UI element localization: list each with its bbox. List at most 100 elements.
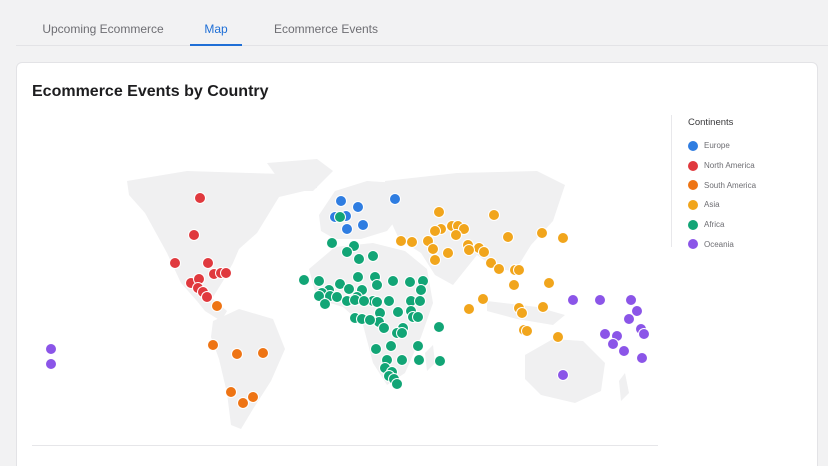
country-marker-asia[interactable] [395, 235, 407, 247]
country-marker-south-america[interactable] [257, 347, 269, 359]
country-marker-asia[interactable] [502, 231, 514, 243]
country-marker-oceania[interactable] [45, 343, 57, 355]
country-marker-africa[interactable] [383, 295, 395, 307]
country-marker-africa[interactable] [378, 322, 390, 334]
country-marker-africa[interactable] [404, 276, 416, 288]
legend-dot-oceania [688, 239, 698, 250]
country-marker-north-america[interactable] [169, 257, 181, 269]
country-marker-south-america[interactable] [247, 391, 259, 403]
country-marker-south-america[interactable] [211, 300, 223, 312]
country-marker-africa[interactable] [298, 274, 310, 286]
country-marker-europe[interactable] [335, 195, 347, 207]
country-marker-asia[interactable] [477, 293, 489, 305]
country-marker-africa[interactable] [352, 271, 364, 283]
country-marker-asia[interactable] [429, 254, 441, 266]
country-marker-asia[interactable] [513, 264, 525, 276]
country-marker-asia[interactable] [557, 232, 569, 244]
country-marker-oceania[interactable] [557, 369, 569, 381]
country-marker-north-america[interactable] [220, 267, 232, 279]
country-marker-oceania[interactable] [567, 294, 579, 306]
country-marker-europe[interactable] [352, 201, 364, 213]
legend-item-north-america[interactable]: North America [688, 156, 811, 176]
country-marker-africa[interactable] [364, 314, 376, 326]
country-marker-south-america[interactable] [237, 397, 249, 409]
country-marker-europe[interactable] [341, 223, 353, 235]
country-marker-asia[interactable] [536, 227, 548, 239]
country-marker-africa[interactable] [367, 250, 379, 262]
country-marker-africa[interactable] [334, 211, 346, 223]
legend-item-africa[interactable]: Africa [688, 215, 811, 235]
country-marker-asia[interactable] [463, 244, 475, 256]
country-marker-asia[interactable] [463, 303, 475, 315]
country-markers[interactable] [45, 192, 650, 409]
country-marker-africa[interactable] [396, 327, 408, 339]
country-marker-africa[interactable] [319, 298, 331, 310]
country-marker-asia[interactable] [543, 277, 555, 289]
country-marker-europe[interactable] [389, 193, 401, 205]
legend-item-oceania[interactable]: Oceania [688, 234, 811, 254]
country-marker-oceania[interactable] [599, 328, 611, 340]
country-marker-africa[interactable] [371, 279, 383, 291]
country-marker-africa[interactable] [371, 296, 383, 308]
legend-dot-asia [688, 199, 698, 210]
country-marker-africa[interactable] [341, 246, 353, 258]
country-marker-africa[interactable] [414, 295, 426, 307]
country-marker-africa[interactable] [412, 340, 424, 352]
country-marker-north-america[interactable] [188, 229, 200, 241]
country-marker-asia[interactable] [537, 301, 549, 313]
country-marker-oceania[interactable] [607, 338, 619, 350]
tab-upcoming-ecommerce-events[interactable]: Upcoming Ecommerce Events [31, 0, 175, 94]
country-marker-asia[interactable] [429, 225, 441, 237]
country-marker-asia[interactable] [427, 243, 439, 255]
country-marker-south-america[interactable] [231, 348, 243, 360]
country-marker-oceania[interactable] [618, 345, 630, 357]
country-marker-asia[interactable] [552, 331, 564, 343]
country-marker-south-america[interactable] [207, 339, 219, 351]
legend-dot-europe [688, 140, 698, 151]
country-marker-oceania[interactable] [625, 294, 637, 306]
country-marker-asia[interactable] [493, 263, 505, 275]
country-marker-africa[interactable] [370, 343, 382, 355]
country-marker-africa[interactable] [331, 291, 343, 303]
country-marker-oceania[interactable] [638, 328, 650, 340]
country-marker-africa[interactable] [358, 295, 370, 307]
country-marker-oceania[interactable] [636, 352, 648, 364]
country-marker-africa[interactable] [396, 354, 408, 366]
country-marker-asia[interactable] [433, 206, 445, 218]
country-marker-asia[interactable] [521, 325, 533, 337]
country-marker-asia[interactable] [508, 279, 520, 291]
country-marker-north-america[interactable] [194, 192, 206, 204]
tab-ecommerce-events-calendar[interactable]: Ecommerce Events Calendar [257, 0, 395, 94]
legend-item-south-america[interactable]: South America [688, 175, 811, 195]
map-card: Ecommerce Events by Country Continents E… [16, 62, 818, 466]
country-marker-africa[interactable] [353, 253, 365, 265]
country-marker-africa[interactable] [433, 321, 445, 333]
country-marker-africa[interactable] [385, 340, 397, 352]
country-marker-oceania[interactable] [594, 294, 606, 306]
country-marker-africa[interactable] [413, 354, 425, 366]
country-marker-south-america[interactable] [225, 386, 237, 398]
country-marker-asia[interactable] [406, 236, 418, 248]
country-marker-asia[interactable] [488, 209, 500, 221]
legend-item-asia[interactable]: Asia [688, 195, 811, 215]
country-marker-north-america[interactable] [201, 291, 213, 303]
country-marker-africa[interactable] [313, 275, 325, 287]
country-marker-oceania[interactable] [623, 313, 635, 325]
country-marker-africa[interactable] [434, 355, 446, 367]
country-marker-oceania[interactable] [45, 358, 57, 370]
country-marker-africa[interactable] [392, 306, 404, 318]
country-marker-asia[interactable] [516, 307, 528, 319]
country-marker-north-america[interactable] [202, 257, 214, 269]
country-marker-asia[interactable] [450, 229, 462, 241]
country-marker-europe[interactable] [357, 219, 369, 231]
country-marker-asia[interactable] [478, 246, 490, 258]
country-marker-africa[interactable] [415, 284, 427, 296]
legend-item-europe[interactable]: Europe [688, 136, 811, 156]
country-marker-africa[interactable] [387, 275, 399, 287]
country-marker-africa[interactable] [391, 378, 403, 390]
country-marker-africa[interactable] [326, 237, 338, 249]
legend-label: South America [704, 180, 757, 190]
country-marker-africa[interactable] [412, 311, 424, 323]
tab-map[interactable]: Map [190, 0, 242, 46]
country-marker-asia[interactable] [442, 247, 454, 259]
